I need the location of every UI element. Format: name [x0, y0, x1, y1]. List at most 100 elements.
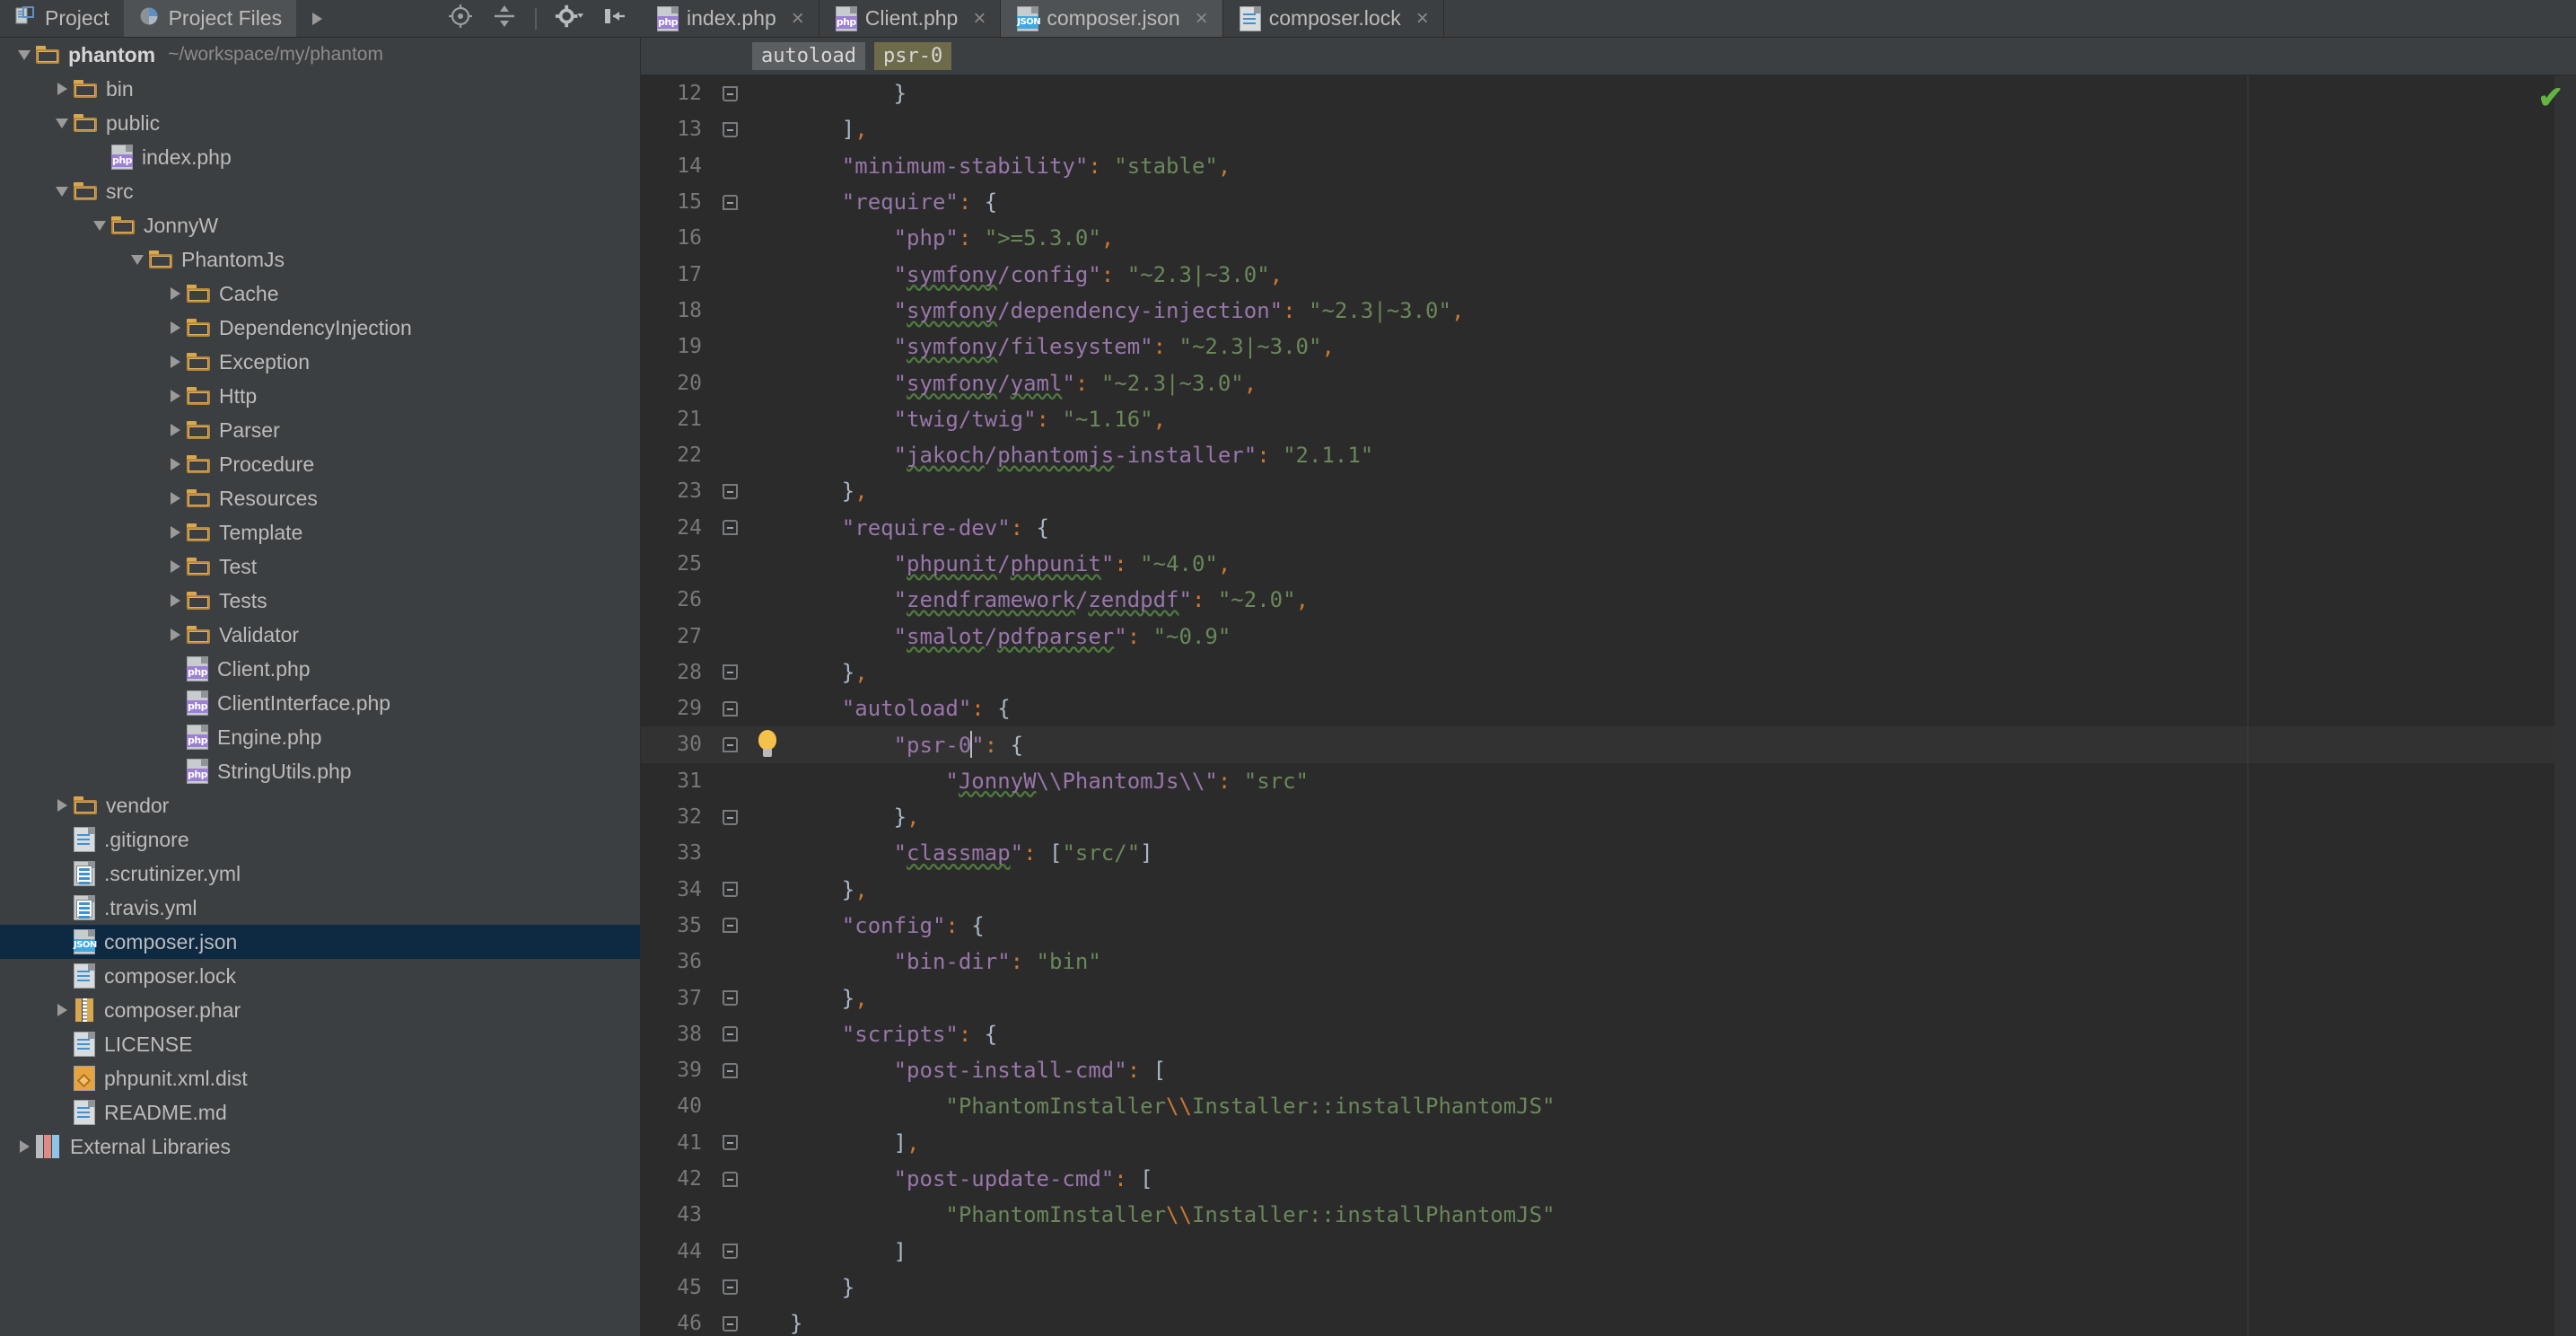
code-text[interactable]: }: [786, 1275, 854, 1300]
code-text[interactable]: "symfony/dependency-injection": "~2.3|~3…: [786, 298, 1465, 323]
code-text[interactable]: },: [786, 877, 868, 902]
tree-expand-toggle[interactable]: [163, 560, 187, 573]
tree-expand-toggle[interactable]: [163, 321, 187, 334]
code-line-27[interactable]: 27 "smalot/pdfparser": "~0.9": [641, 618, 2576, 654]
code-line-33[interactable]: 33 "classmap": ["src/"]: [641, 835, 2576, 871]
fold-collapse-icon[interactable]: [722, 700, 738, 716]
fold-expand-icon[interactable]: [722, 809, 738, 825]
tree-item-parser[interactable]: Parser: [0, 413, 640, 447]
code-text[interactable]: "post-update-cmd": [: [786, 1166, 1153, 1191]
code-text[interactable]: },: [786, 804, 920, 830]
editor-tab-client-php[interactable]: php Client.php ×: [819, 0, 1002, 37]
fold-gutter[interactable]: [711, 1135, 749, 1151]
fold-gutter[interactable]: [711, 882, 749, 898]
tree-item-phantom[interactable]: phantom ~/workspace/my/phantom: [0, 38, 640, 72]
code-text[interactable]: "classmap": ["src/"]: [786, 840, 1153, 866]
tree-item-http[interactable]: Http: [0, 379, 640, 413]
tree-item-composer-phar[interactable]: composer.phar: [0, 993, 640, 1027]
fold-gutter[interactable]: [711, 1244, 749, 1260]
fold-expand-icon[interactable]: [722, 1279, 738, 1296]
tree-expand-toggle[interactable]: [163, 594, 187, 607]
fold-expand-icon[interactable]: [722, 990, 738, 1006]
code-text[interactable]: "PhantomInstaller\\Installer::installPha…: [786, 1202, 1555, 1227]
code-line-25[interactable]: 25 "phpunit/phpunit": "~4.0",: [641, 546, 2576, 582]
code-line-29[interactable]: 29 "autoload": {: [641, 690, 2576, 726]
fold-collapse-icon[interactable]: [722, 194, 738, 210]
fold-expand-icon[interactable]: [722, 483, 738, 499]
fold-collapse-icon[interactable]: [722, 736, 738, 752]
tree-expand-toggle[interactable]: [50, 83, 74, 95]
code-text[interactable]: "require": {: [786, 189, 997, 215]
toolwindow-more-tabs-button[interactable]: [296, 0, 338, 37]
fold-expand-icon[interactable]: [722, 1135, 738, 1151]
editor-tab-composer-json[interactable]: JSON composer.json ×: [1001, 0, 1223, 37]
code-text[interactable]: "zendframework/zendpdf": "~2.0",: [786, 587, 1309, 612]
code-text[interactable]: "minimum-stability": "stable",: [786, 154, 1231, 179]
fold-gutter[interactable]: [711, 990, 749, 1006]
code-text[interactable]: "autoload": {: [786, 696, 1011, 721]
tree-expand-toggle[interactable]: [163, 424, 187, 436]
code-text[interactable]: "require-dev": {: [786, 515, 1049, 541]
fold-collapse-icon[interactable]: [722, 918, 738, 934]
code-text[interactable]: "JonnyW\\PhantomJs\\": "src": [786, 769, 1309, 794]
code-text[interactable]: "phpunit/phpunit": "~4.0",: [786, 551, 1231, 576]
locate-target-icon[interactable]: [447, 3, 474, 34]
tree-item-scrutinizer-yml[interactable]: .scrutinizer.yml: [0, 857, 640, 891]
code-line-41[interactable]: 41 ],: [641, 1125, 2576, 1161]
tree-expand-toggle[interactable]: [163, 356, 187, 368]
code-line-35[interactable]: 35 "config": {: [641, 908, 2576, 944]
code-line-20[interactable]: 20 "symfony/yaml": "~2.3|~3.0",: [641, 365, 2576, 400]
tree-item-travis-yml[interactable]: .travis.yml: [0, 891, 640, 925]
tree-item-public[interactable]: public: [0, 106, 640, 140]
close-tab-icon[interactable]: ×: [973, 7, 986, 30]
tree-expand-toggle[interactable]: [163, 390, 187, 402]
tree-expand-toggle[interactable]: [163, 526, 187, 539]
toolwindow-tab-project-files[interactable]: Project Files: [123, 0, 297, 37]
code-line-15[interactable]: 15 "require": {: [641, 184, 2576, 220]
tree-expand-toggle[interactable]: [50, 799, 74, 812]
code-line-31[interactable]: 31 "JonnyW\\PhantomJs\\": "src": [641, 763, 2576, 799]
code-line-12[interactable]: 12 }: [641, 75, 2576, 111]
code-text[interactable]: ],: [786, 1130, 920, 1156]
tree-expand-toggle[interactable]: [50, 118, 74, 128]
code-line-43[interactable]: 43 "PhantomInstaller\\Installer::install…: [641, 1197, 2576, 1233]
toolwindow-tab-project[interactable]: Project: [0, 0, 124, 37]
editor-tab-composer-lock[interactable]: composer.lock ×: [1222, 0, 1444, 37]
hide-panel-icon[interactable]: [601, 3, 628, 34]
code-text[interactable]: }: [786, 1311, 802, 1336]
breadcrumb-item-autoload[interactable]: autoload: [752, 42, 865, 70]
code-line-17[interactable]: 17 "symfony/config": "~2.3|~3.0",: [641, 256, 2576, 292]
fold-expand-icon[interactable]: [722, 1315, 738, 1332]
fold-gutter[interactable]: [711, 1171, 749, 1187]
fold-gutter[interactable]: [711, 121, 749, 137]
code-line-42[interactable]: 42 "post-update-cmd": [: [641, 1161, 2576, 1197]
fold-expand-icon[interactable]: [722, 85, 738, 101]
tree-item-resources[interactable]: Resources: [0, 481, 640, 515]
editor-tab-index-php[interactable]: php index.php ×: [641, 0, 819, 37]
code-text[interactable]: ],: [786, 117, 868, 142]
tree-item-composer-json[interactable]: JSON composer.json: [0, 925, 640, 959]
fold-gutter[interactable]: [711, 809, 749, 825]
code-line-26[interactable]: 26 "zendframework/zendpdf": "~2.0",: [641, 582, 2576, 618]
code-text[interactable]: },: [786, 986, 868, 1011]
tree-item-validator[interactable]: Validator: [0, 618, 640, 652]
code-line-28[interactable]: 28 },: [641, 655, 2576, 690]
tree-item-index-php[interactable]: php index.php: [0, 140, 640, 174]
tree-item-cache[interactable]: Cache: [0, 277, 640, 311]
tree-item-exception[interactable]: Exception: [0, 345, 640, 379]
tree-item-external-libraries[interactable]: External Libraries: [0, 1129, 640, 1164]
fold-gutter[interactable]: [711, 918, 749, 934]
tree-item-license[interactable]: LICENSE: [0, 1027, 640, 1061]
tree-item-dependencyinjection[interactable]: DependencyInjection: [0, 311, 640, 345]
editor-scrollbar[interactable]: [2554, 75, 2576, 1336]
fold-gutter[interactable]: [711, 520, 749, 536]
code-line-18[interactable]: 18 "symfony/dependency-injection": "~2.3…: [641, 293, 2576, 329]
fold-gutter[interactable]: [711, 664, 749, 681]
code-lines[interactable]: 12 } 13 ], 14 "minimum-stability": "stable…: [641, 75, 2576, 1336]
code-text[interactable]: "twig/twig": "~1.16",: [786, 407, 1166, 432]
code-text[interactable]: "symfony/yaml": "~2.3|~3.0",: [786, 371, 1257, 396]
fold-gutter[interactable]: [711, 483, 749, 499]
tree-expand-toggle[interactable]: [13, 1140, 36, 1153]
lightbulb-intention-icon[interactable]: [755, 730, 780, 759]
fold-collapse-icon[interactable]: [722, 1026, 738, 1042]
